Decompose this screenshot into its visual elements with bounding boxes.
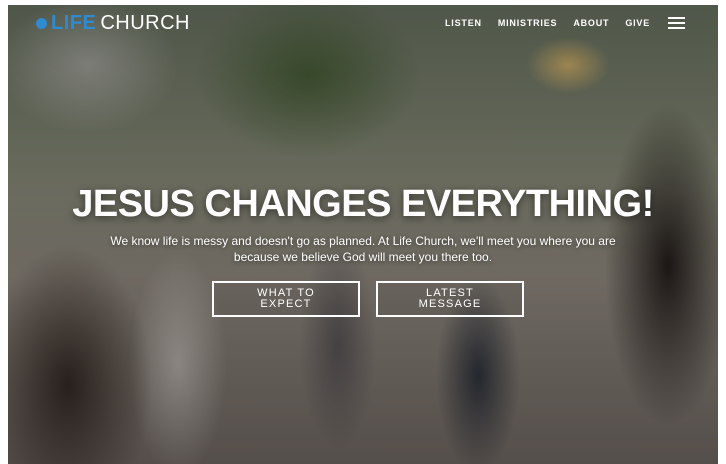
logo-mark-icon (36, 17, 47, 29)
logo-text-church: CHURCH (100, 12, 191, 34)
what-to-expect-label: WHAT TO EXPECT (257, 287, 315, 310)
what-to-expect-button[interactable]: WHAT TO EXPECT (212, 281, 360, 317)
hamburger-menu-icon[interactable] (668, 17, 686, 29)
hero-title: JESUS CHANGES EVERYTHING! (72, 183, 654, 225)
latest-message-button[interactable]: LATEST MESSAGE (376, 281, 524, 317)
logo-text-life: LIFE (51, 12, 97, 34)
site-logo[interactable]: LIFE CHURCH (36, 11, 190, 35)
nav-give[interactable]: GIVE (625, 18, 650, 28)
nav-listen[interactable]: LISTEN (445, 18, 482, 28)
nav-about[interactable]: ABOUT (573, 18, 609, 28)
menu-bar (668, 17, 686, 19)
menu-bar (668, 22, 686, 24)
nav-ministries[interactable]: MINISTRIES (498, 18, 558, 28)
latest-message-label: LATEST MESSAGE (418, 287, 482, 310)
main-nav: LISTEN MINISTRIES ABOUT GIVE (445, 17, 686, 29)
menu-bar (668, 27, 686, 29)
hero-description: We know life is messy and doesn't go as … (110, 234, 616, 264)
